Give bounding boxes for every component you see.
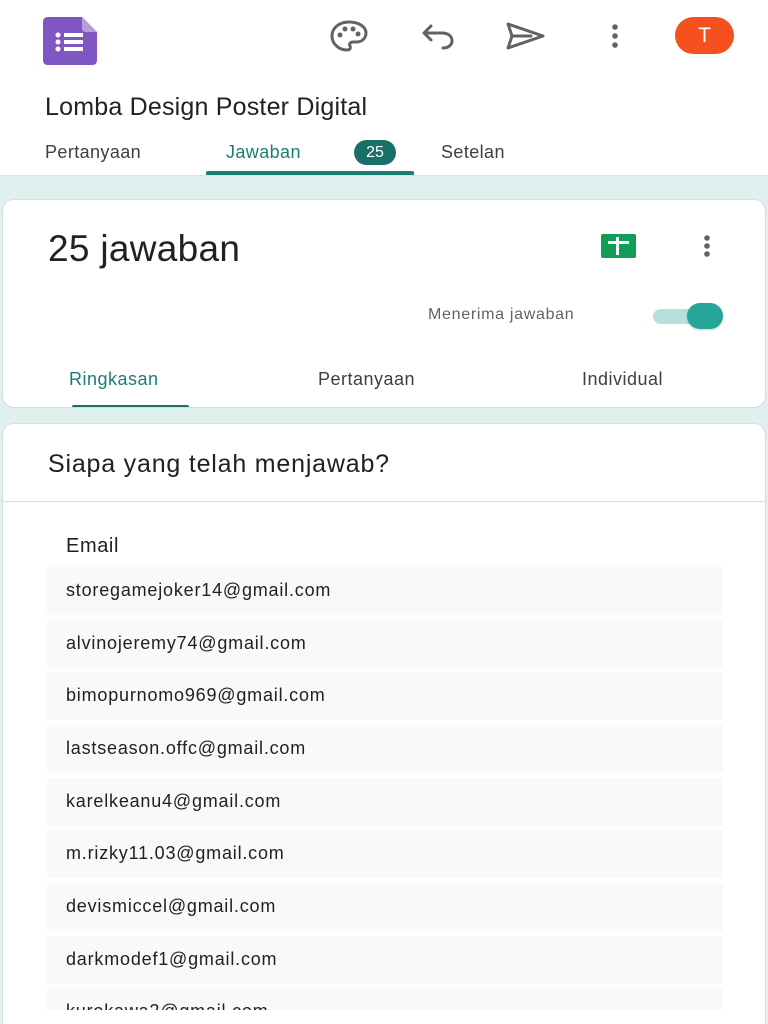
list-item: devismiccel@gmail.com	[47, 883, 723, 931]
sheets-icon	[600, 233, 636, 263]
palette-icon[interactable]	[327, 16, 371, 56]
accepting-responses-toggle[interactable]	[653, 303, 726, 329]
forms-logo-icon[interactable]	[43, 17, 97, 65]
list-item: darkmodef1@gmail.com	[47, 936, 723, 984]
google-forms-responses-screen: T Lomba Design Poster Digital Pertanyaan…	[0, 0, 768, 1024]
account-avatar[interactable]: T	[675, 17, 734, 54]
active-subtab-indicator	[72, 405, 189, 407]
summary-more-menu-button[interactable]	[690, 230, 724, 266]
tab-ringkasan[interactable]: Ringkasan	[69, 368, 159, 390]
tab-pertanyaan[interactable]: Pertanyaan	[45, 141, 141, 163]
list-item: bimopurnomo969@gmail.com	[47, 672, 723, 720]
list-item: lastseason.offc@gmail.com	[47, 725, 723, 773]
more-vert-icon	[702, 233, 712, 264]
email-list[interactable]: storegamejoker14@gmail.com alvinojeremy7…	[47, 567, 723, 1010]
form-title: Lomba Design Poster Digital	[45, 93, 368, 121]
more-vert-icon[interactable]	[593, 16, 637, 56]
send-icon[interactable]	[503, 16, 547, 56]
tab-jawaban[interactable]: Jawaban	[226, 141, 301, 163]
list-item: kurokawa2@gmail.com	[47, 988, 723, 1010]
tab-individual[interactable]: Individual	[582, 368, 663, 390]
undo-icon[interactable]	[416, 16, 460, 56]
respondent-email-card: Siapa yang telah menjawab? Email storega…	[2, 423, 766, 1024]
toggle-thumb	[687, 303, 723, 329]
card-divider	[3, 501, 765, 502]
app-header: T Lomba Design Poster Digital Pertanyaan…	[0, 0, 768, 176]
question-title: Siapa yang telah menjawab?	[48, 450, 390, 478]
list-item: karelkeanu4@gmail.com	[47, 778, 723, 826]
response-count-title: 25 jawaban	[48, 228, 241, 269]
responses-summary-card: 25 jawaban Menerima jawaban Ringkasan Pe…	[2, 199, 766, 408]
active-tab-indicator	[206, 171, 414, 175]
tab-responses-by-question[interactable]: Pertanyaan	[318, 368, 415, 390]
accepting-responses-label: Menerima jawaban	[428, 306, 575, 323]
responses-count-badge: 25	[354, 140, 396, 165]
tab-setelan[interactable]: Setelan	[441, 141, 505, 163]
list-item: alvinojeremy74@gmail.com	[47, 620, 723, 668]
email-column-header: Email	[66, 535, 120, 557]
list-item: storegamejoker14@gmail.com	[47, 567, 723, 615]
list-item: m.rizky11.03@gmail.com	[47, 830, 723, 878]
link-to-sheets-button[interactable]	[599, 233, 637, 263]
